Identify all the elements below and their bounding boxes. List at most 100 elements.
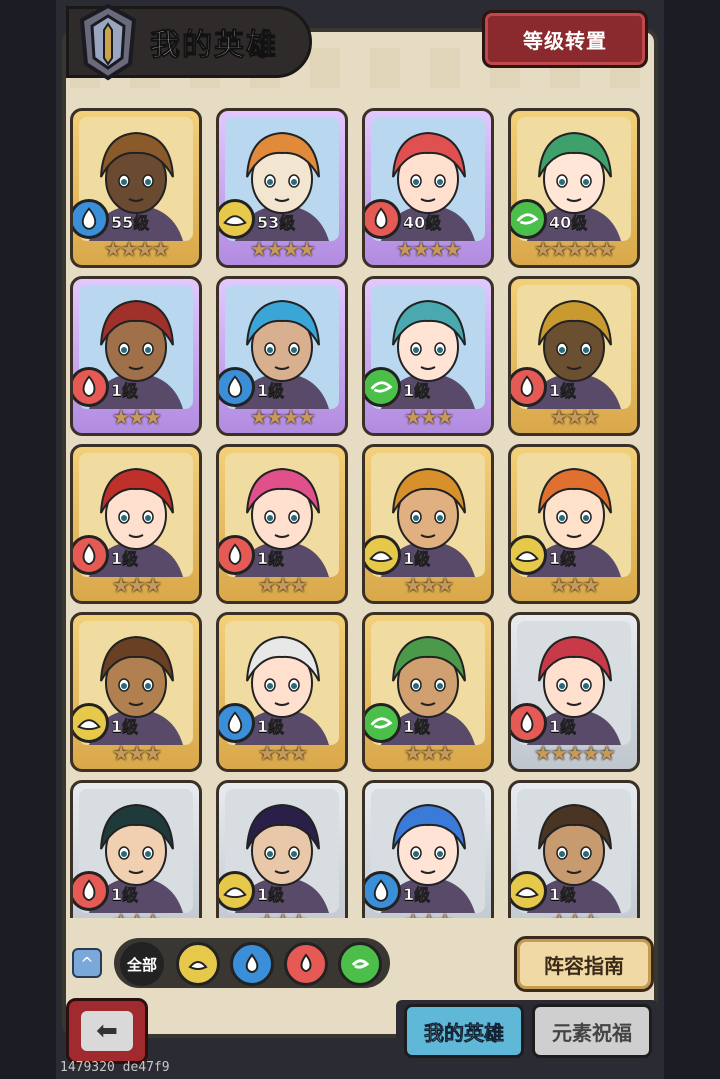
hero-stars: ★★★★ [396, 237, 462, 261]
hero-level: 1级 [111, 885, 139, 905]
fire-element-icon [219, 535, 255, 575]
hero-level: 1级 [111, 549, 139, 569]
hero-level: 1级 [549, 549, 577, 569]
hero-card[interactable]: 40级 ★★★★★ [508, 108, 640, 268]
hero-card[interactable]: 1级 ★★★ [216, 444, 348, 604]
page-title: 我的英雄 [150, 28, 278, 64]
hero-level: 1级 [549, 885, 577, 905]
hero-stars: ★★★ [219, 909, 345, 918]
hero-card[interactable]: 1级 ★★★★ [216, 276, 348, 436]
earth-icon [188, 961, 208, 970]
hero-stars: ★★★★ [250, 405, 316, 429]
hero-stars: ★★★ [550, 405, 600, 429]
tab-my-heroes[interactable]: 我的英雄 [404, 1004, 524, 1058]
hero-card[interactable]: 40级 ★★★★ [362, 108, 494, 268]
hero-level: 53级 [257, 213, 296, 233]
hero-card[interactable]: 1级 ★★★ [362, 276, 494, 436]
hero-card[interactable]: 55级 ★★★★ [70, 108, 202, 268]
hero-level: 1级 [257, 717, 285, 737]
water-element-icon [73, 199, 109, 239]
earth-element-icon [219, 871, 255, 911]
hero-level: 55级 [111, 213, 150, 233]
earth-element-icon [511, 535, 547, 575]
hero-card[interactable]: 1级 ★★★ [216, 780, 348, 918]
hero-level: 1级 [549, 717, 577, 737]
hero-level: 1级 [549, 381, 577, 401]
hero-card[interactable]: 1级 ★★★ [70, 780, 202, 918]
level-reset-button[interactable]: 等级转置 [482, 10, 648, 68]
hero-card[interactable]: 1级 ★★★ [362, 780, 494, 918]
hero-stars: ★★★ [73, 909, 199, 918]
hero-card[interactable]: 1级 ★★★ [508, 780, 640, 918]
filter-all-label: 全部 [126, 955, 157, 974]
filter-fire-button[interactable] [284, 942, 328, 986]
build-id: 1479320 de47f9 [60, 1060, 170, 1075]
hero-level: 1级 [403, 549, 431, 569]
earth-element-icon [365, 535, 401, 575]
hero-level: 40级 [403, 213, 442, 233]
hero-stars: ★★★ [550, 573, 600, 597]
fire-element-icon [511, 367, 547, 407]
hero-stars: ★★★ [511, 909, 637, 918]
hero-stars: ★★★★ [250, 237, 316, 261]
hero-level: 1级 [403, 381, 431, 401]
hero-level: 1级 [257, 549, 285, 569]
back-arrow-icon: ⬅ [81, 1011, 133, 1051]
fire-element-icon [73, 535, 109, 575]
hero-level: 40级 [549, 213, 588, 233]
hero-card[interactable]: 1级 ★★★ [508, 276, 640, 436]
hero-stars: ★★★ [258, 741, 308, 765]
water-element-icon [219, 703, 255, 743]
lineup-guide-button[interactable]: 阵容指南 [514, 936, 654, 992]
hero-stars: ★★★ [365, 909, 491, 918]
water-icon [245, 953, 259, 973]
back-button[interactable]: ⬅ [66, 998, 148, 1064]
hero-stars: ★★★ [112, 405, 162, 429]
hero-stars: ★★★ [258, 573, 308, 597]
filter-water-button[interactable] [230, 942, 274, 986]
hero-card[interactable]: 1级 ★★★ [70, 612, 202, 772]
water-element-icon [365, 871, 401, 911]
wind-element-icon [511, 199, 547, 239]
earth-element-icon [219, 199, 255, 239]
filter-all-button[interactable]: 全部 [120, 942, 164, 986]
hero-stars: ★★★ [404, 573, 454, 597]
hero-card[interactable]: 1级 ★★★ [70, 276, 202, 436]
hero-level: 1级 [403, 885, 431, 905]
hero-card[interactable]: 1级 ★★★ [362, 612, 494, 772]
water-element-icon [219, 367, 255, 407]
filter-wind-button[interactable] [338, 942, 382, 986]
hero-card[interactable]: 1级 ★★★ [70, 444, 202, 604]
fire-icon [300, 953, 312, 972]
hero-stars: ★★★★★ [534, 741, 616, 765]
wind-icon [351, 959, 370, 969]
collapse-toggle-button[interactable]: ^ [72, 948, 102, 978]
hero-card[interactable]: 53级 ★★★★ [216, 108, 348, 268]
fire-element-icon [73, 367, 109, 407]
fire-element-icon [73, 871, 109, 911]
hero-card[interactable]: 1级 ★★★ [508, 444, 640, 604]
hero-level: 1级 [111, 717, 139, 737]
fire-element-icon [365, 199, 401, 239]
hero-level: 1级 [257, 381, 285, 401]
hero-level: 1级 [257, 885, 285, 905]
hero-stars: ★★★★★ [534, 237, 616, 261]
hero-stars: ★★★★ [104, 237, 170, 261]
hero-card[interactable]: 1级 ★★★ [362, 444, 494, 604]
earth-element-icon [511, 871, 547, 911]
hero-card[interactable]: 1级 ★★★★★ [508, 612, 640, 772]
hero-stars: ★★★ [112, 573, 162, 597]
wind-element-icon [365, 703, 401, 743]
earth-element-icon [73, 703, 109, 743]
hero-card[interactable]: 1级 ★★★ [216, 612, 348, 772]
helmet-icon [72, 2, 144, 82]
fire-element-icon [511, 703, 547, 743]
wind-element-icon [365, 367, 401, 407]
hero-stars: ★★★ [112, 741, 162, 765]
tab-element-blessing[interactable]: 元素祝福 [532, 1004, 652, 1058]
hero-stars: ★★★ [404, 405, 454, 429]
filter-earth-button[interactable] [176, 942, 220, 986]
hero-level: 1级 [403, 717, 431, 737]
hero-level: 1级 [111, 381, 139, 401]
hero-stars: ★★★ [404, 741, 454, 765]
